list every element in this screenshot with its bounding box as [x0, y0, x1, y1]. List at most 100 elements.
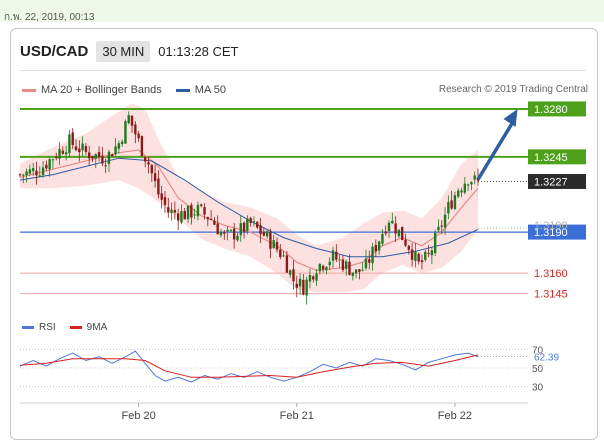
candle-body [147, 162, 150, 165]
candle-body [117, 143, 121, 149]
candle-body [450, 200, 453, 209]
candle-body [229, 229, 233, 231]
candle-body [305, 279, 308, 296]
candle-body [331, 250, 335, 261]
candle-body [242, 222, 246, 232]
x-tick-label: Feb 22 [438, 410, 472, 422]
candle-body [325, 266, 328, 271]
candle-body [470, 182, 473, 185]
candle-body [256, 221, 259, 228]
candle-body [348, 261, 351, 275]
candle-body [153, 173, 157, 182]
candle-body [219, 232, 223, 236]
candle-body [321, 265, 325, 270]
candle-body [200, 204, 203, 206]
candle-body [107, 151, 111, 164]
candle-body [407, 245, 411, 250]
candle-body [104, 165, 107, 167]
candle-body [45, 164, 48, 169]
candle-body [111, 154, 114, 157]
level-label-1-3160: 1.3160 [534, 268, 568, 280]
candle-body [335, 251, 338, 260]
candle-body [312, 276, 315, 280]
candle-body [460, 190, 463, 193]
candle-body [427, 252, 430, 254]
candle-body [183, 211, 186, 220]
candle-body [71, 132, 74, 145]
candle-body [206, 217, 210, 220]
candle-body [364, 258, 368, 269]
candle-body [84, 146, 88, 152]
candle-body [173, 209, 177, 213]
rsi-line [19, 350, 479, 383]
candle-body [209, 218, 213, 220]
candle-body [144, 157, 147, 162]
candle-body [308, 275, 312, 282]
candle-body [279, 249, 282, 258]
candle-body [58, 149, 61, 159]
candle-body [377, 241, 381, 251]
candle-body [453, 195, 457, 209]
candle-body [466, 184, 470, 186]
candle-body [140, 136, 144, 157]
candle-body [41, 167, 45, 176]
rsi-tick-50: 50 [532, 364, 544, 375]
candle-body [457, 190, 460, 197]
candle-body [285, 255, 289, 273]
candle-body [246, 218, 249, 232]
candle-body [51, 159, 55, 161]
candle-body [341, 259, 345, 271]
candle-body [282, 255, 285, 257]
candle-body [223, 232, 226, 234]
projection-arrow-shaft [476, 120, 516, 181]
candle-body [163, 197, 167, 205]
level-label-1-3245: 1.3245 [534, 152, 568, 164]
candle-body [81, 143, 84, 151]
candle-body [437, 226, 440, 231]
candle-body [384, 231, 387, 234]
candle-body [18, 174, 22, 176]
candle-body [381, 234, 384, 244]
candle-body [64, 152, 68, 155]
candle-body [368, 259, 371, 263]
candle-body [68, 134, 71, 154]
candle-body [78, 148, 81, 153]
candle-body [269, 232, 272, 249]
candle-body [167, 207, 170, 213]
candle-body [414, 251, 417, 261]
candle-body [232, 228, 236, 240]
candle-body [157, 178, 160, 195]
candle-body [361, 269, 364, 271]
candle-body [345, 261, 348, 269]
candle-body [74, 146, 78, 151]
candle-body [338, 259, 341, 261]
candle-body [463, 183, 467, 193]
candle-body [101, 155, 104, 164]
candle-body [236, 235, 239, 241]
candle-body [186, 205, 190, 220]
candle-body [216, 223, 219, 235]
candle-body [120, 141, 124, 145]
candle-body [387, 222, 391, 231]
candle-body [371, 246, 374, 264]
x-tick-label: Feb 20 [121, 410, 155, 422]
candle-body [249, 217, 252, 223]
bollinger-band [20, 103, 478, 293]
candle-body [302, 279, 305, 295]
candle-body [48, 159, 51, 170]
candle-body [443, 214, 447, 228]
candle-body [391, 220, 394, 224]
candle-body [28, 169, 32, 174]
candle-body [170, 209, 173, 214]
candle-body [25, 171, 28, 176]
candle-body [134, 124, 137, 135]
candle-body [354, 269, 358, 274]
rsi-ma-line [19, 354, 479, 378]
candle-body [180, 211, 183, 223]
level-label-1-3145: 1.3145 [534, 289, 568, 301]
candle-body [22, 174, 25, 176]
candle-body [404, 239, 407, 246]
candle-body [401, 226, 404, 241]
candle-body [292, 269, 295, 282]
x-tick-label: Feb 21 [280, 410, 314, 422]
